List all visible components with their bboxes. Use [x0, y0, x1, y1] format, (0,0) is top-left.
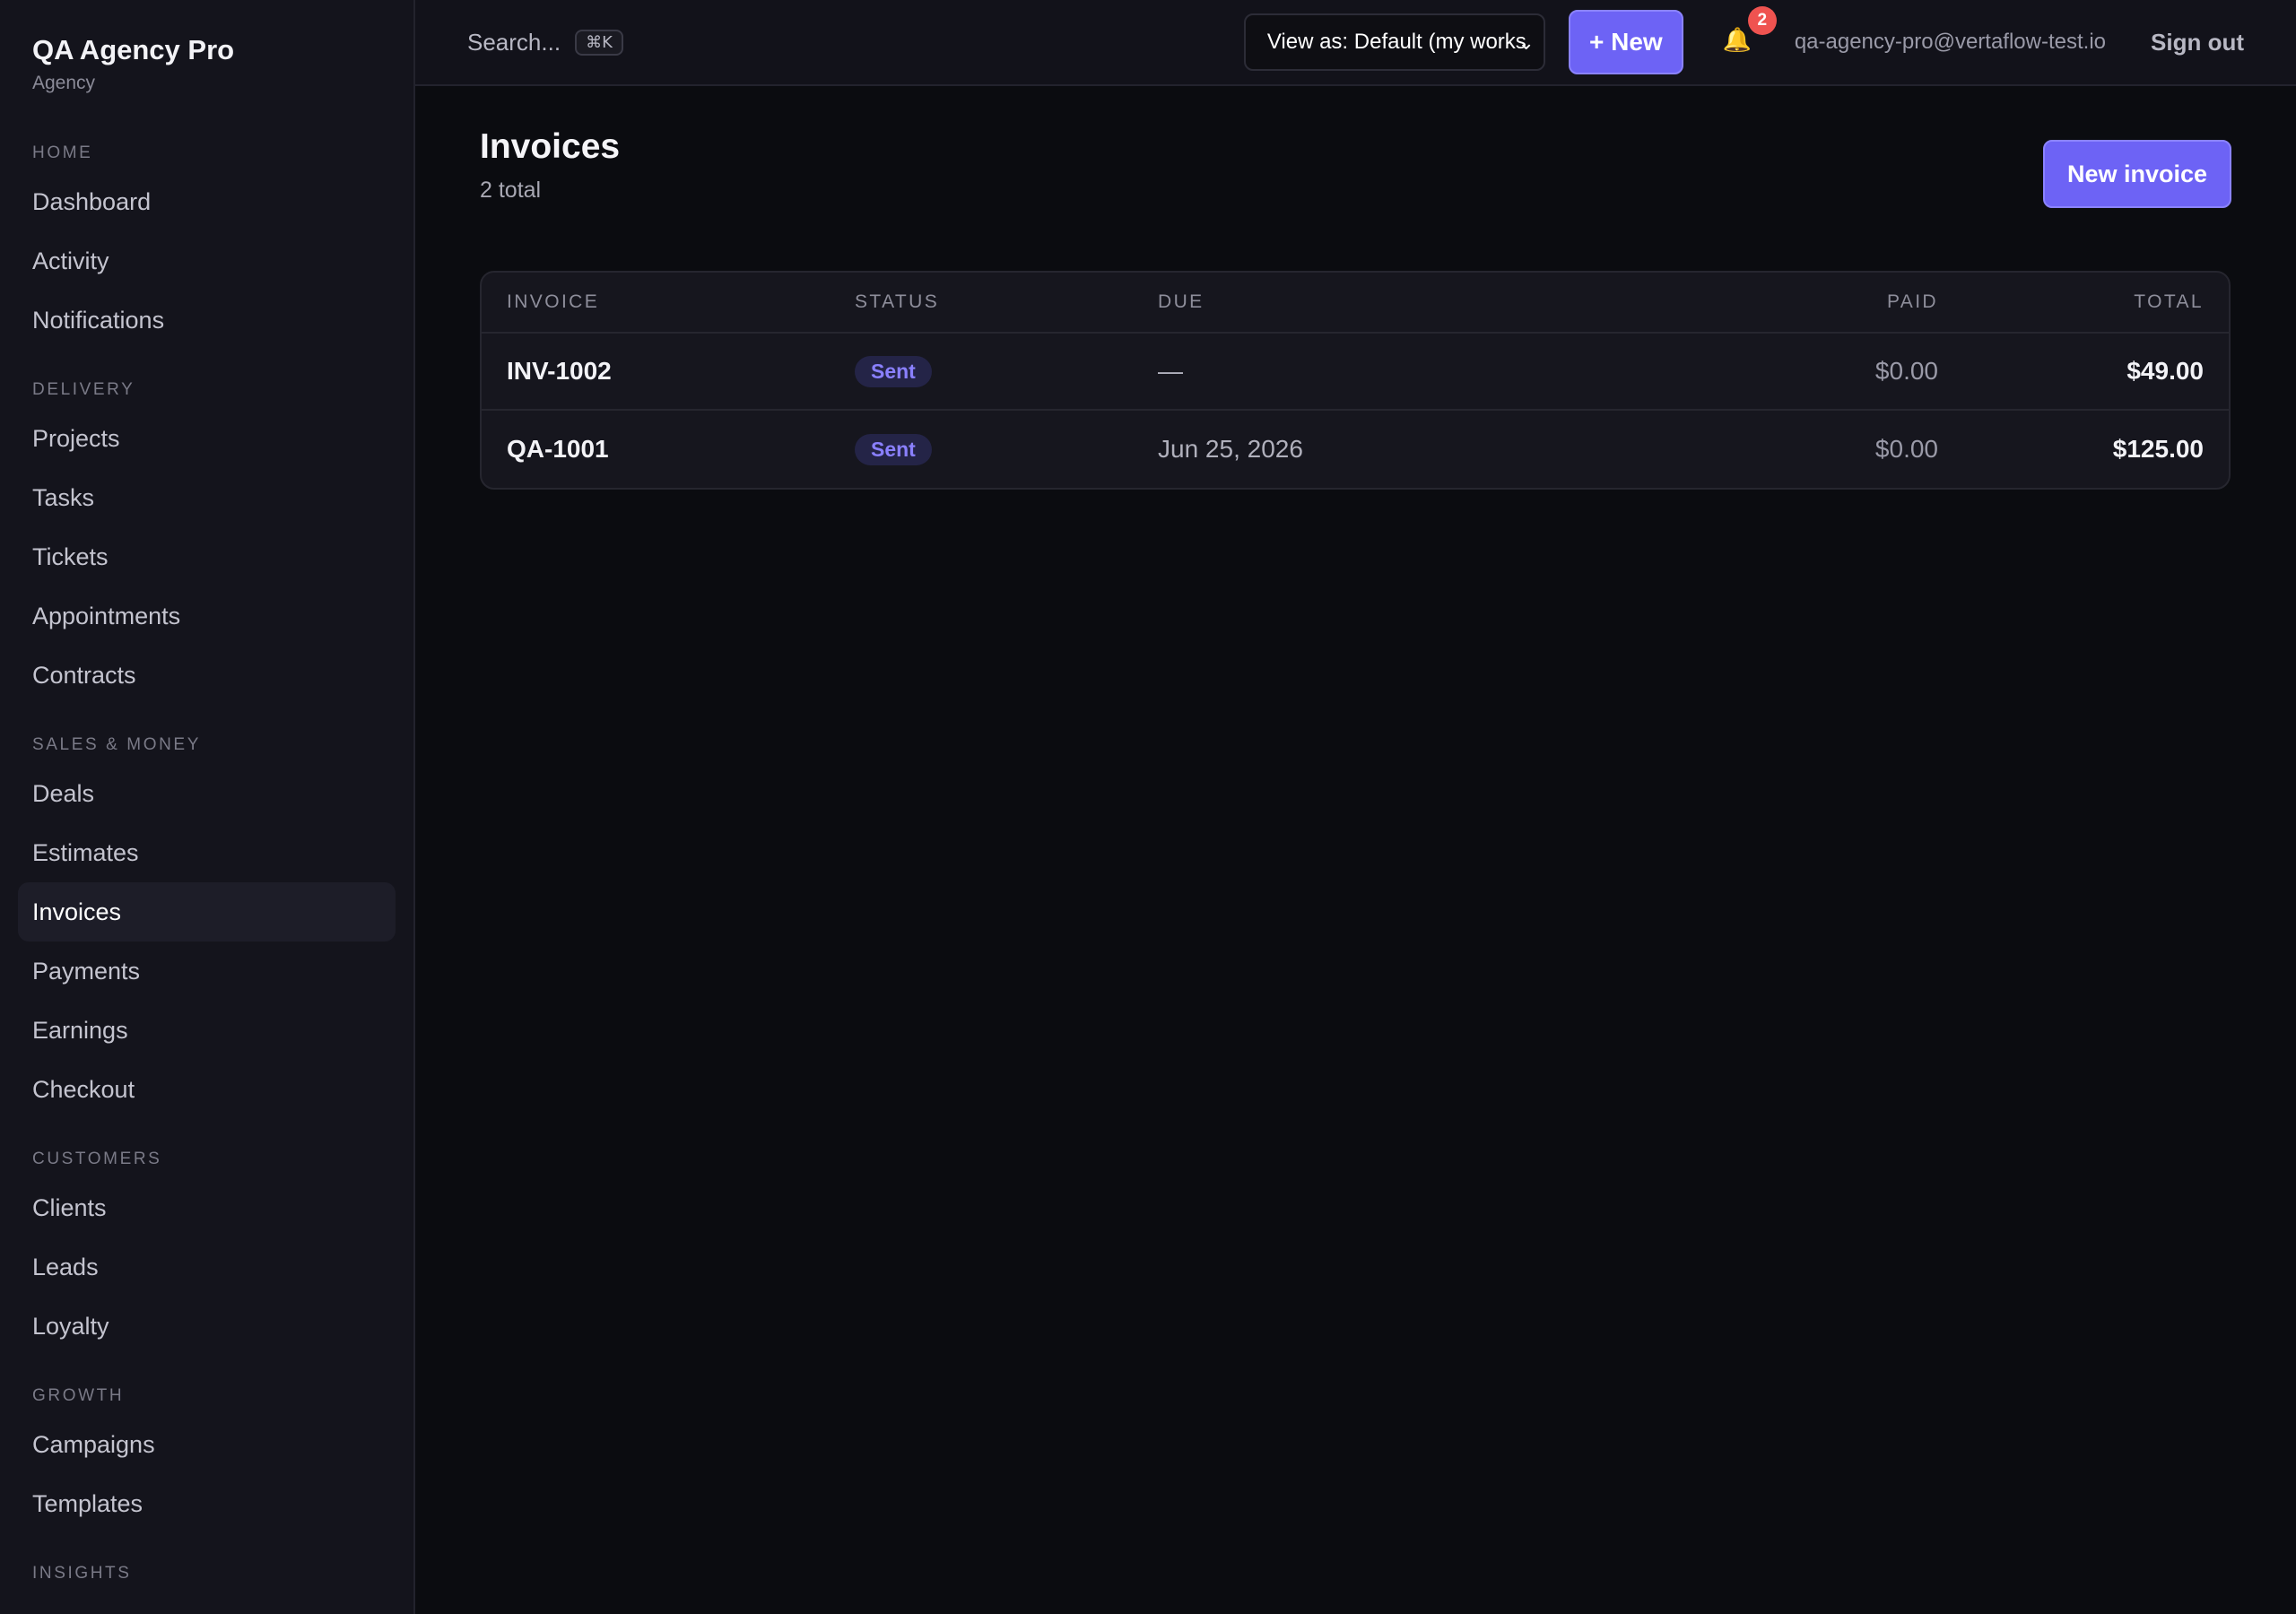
sidebar-item-dashboard[interactable]: Dashboard	[18, 172, 396, 231]
view-as-select[interactable]: View as: Default (my works ⌄	[1243, 13, 1545, 71]
sidebar-item-payments[interactable]: Payments	[18, 941, 396, 1001]
nav-section-title: SALES & MONEY	[32, 735, 201, 754]
invoice-number[interactable]: QA-1001	[507, 435, 609, 463]
sidebar-item-earnings[interactable]: Earnings	[18, 1001, 396, 1060]
invoice-cell: INV-1002	[482, 357, 855, 386]
column-header-paid[interactable]: PAID	[1583, 291, 1938, 313]
sidebar-item-invoices[interactable]: Invoices	[18, 882, 396, 941]
page-header: Invoices 2 total New invoice	[480, 126, 2231, 271]
status-badge: Sent	[855, 433, 932, 465]
sidebar-item-projects[interactable]: Projects	[18, 409, 396, 468]
view-as-value: View as: Default (my works	[1266, 30, 1526, 54]
due-cell: —	[1158, 357, 1183, 385]
column-header-due[interactable]: DUE	[1158, 291, 1583, 313]
paid-cell: $0.00	[1874, 435, 1938, 463]
column-header-total[interactable]: TOTAL	[1938, 291, 2229, 313]
brand-name: QA Agency Pro	[32, 34, 235, 65]
table-row[interactable]: QA-1001 Sent Jun 25, 2026 $0.00 $125.00	[482, 411, 2229, 488]
nav-section-title: GROWTH	[32, 1386, 125, 1405]
search-shortcut: ⌘K	[575, 29, 623, 56]
sidebar-item-activity[interactable]: Activity	[18, 231, 396, 291]
sidebar-item-estimates[interactable]: Estimates	[18, 823, 396, 882]
topbar-actions: View as: Default (my works ⌄ + New 🔔 2 q…	[1243, 6, 2244, 74]
nav-section-insights: INSIGHTS	[18, 1562, 396, 1585]
column-header-invoice[interactable]: INVOICE	[482, 291, 855, 313]
nav-section-delivery: DELIVERY Projects Tasks Tickets Appointments…	[18, 378, 396, 705]
new-button[interactable]: + New	[1568, 10, 1683, 74]
sidebar-item-loyalty[interactable]: Loyalty	[18, 1297, 396, 1356]
page-content: Invoices 2 total New invoice INVOICE STA…	[415, 86, 2296, 490]
sidebar-item-contracts[interactable]: Contracts	[18, 646, 396, 705]
sidebar-item-templates[interactable]: Templates	[18, 1474, 396, 1533]
sidebar-item-checkout[interactable]: Checkout	[18, 1060, 396, 1119]
nav-section-title: INSIGHTS	[32, 1564, 132, 1583]
sidebar-item-leads[interactable]: Leads	[18, 1237, 396, 1297]
sidebar-item-tickets[interactable]: Tickets	[18, 527, 396, 586]
nav-section-title: CUSTOMERS	[32, 1150, 162, 1168]
sidebar-item-deals[interactable]: Deals	[18, 764, 396, 823]
sidebar-item-campaigns[interactable]: Campaigns	[18, 1415, 396, 1474]
invoices-table: INVOICE STATUS DUE PAID TOTAL INV-1002 Se…	[480, 271, 2231, 490]
nav-section-home: HOME Dashboard Activity Notifications	[18, 142, 396, 350]
sign-out-button[interactable]: Sign out	[2151, 29, 2244, 56]
notifications-button[interactable]: 🔔 2	[1722, 6, 1777, 58]
sidebar-item-tasks[interactable]: Tasks	[18, 468, 396, 527]
table-body: INV-1002 Sent — $0.00 $49.00 QA-1001 Sent Jun 2…	[482, 334, 2229, 488]
column-header-status[interactable]: STATUS	[855, 291, 1158, 313]
app-shell: QA Agency Pro Agency HOME Dashboard Activi…	[0, 0, 2296, 1614]
nav-section-title: DELIVERY	[32, 380, 135, 399]
search-trigger[interactable]: Search... ⌘K	[467, 29, 623, 56]
table-header-row: INVOICE STATUS DUE PAID TOTAL	[482, 273, 2229, 334]
due-cell: Jun 25, 2026	[1158, 435, 1303, 463]
paid-cell: $0.00	[1874, 357, 1938, 385]
sidebar-item-appointments[interactable]: Appointments	[18, 586, 396, 646]
nav-section-customers: CUSTOMERS Clients Leads Loyalty	[18, 1148, 396, 1356]
status-badge: Sent	[855, 355, 932, 387]
page-title: Invoices	[480, 127, 621, 166]
sidebar-nav: HOME Dashboard Activity Notifications DELIVE…	[18, 142, 396, 1585]
nav-section-title: HOME	[32, 143, 93, 162]
user-email: qa-agency-pro@vertaflow-test.io	[1794, 30, 2107, 54]
topbar: Search... ⌘K View as: Default (my works …	[415, 0, 2296, 86]
brand-subtitle: Agency	[32, 73, 96, 93]
sidebar-item-notifications[interactable]: Notifications	[18, 291, 396, 350]
sidebar: QA Agency Pro Agency HOME Dashboard Activi…	[0, 0, 415, 1614]
search-placeholder: Search...	[467, 28, 561, 56]
status-cell: Sent	[855, 433, 1158, 465]
bell-icon: 🔔	[1722, 26, 1752, 53]
brand: QA Agency Pro Agency	[18, 0, 396, 95]
invoice-number[interactable]: INV-1002	[507, 357, 612, 385]
new-invoice-button[interactable]: New invoice	[2043, 140, 2231, 208]
page-subtitle: 2 total	[480, 178, 542, 203]
total-cell: $125.00	[2112, 435, 2204, 463]
total-cell: $49.00	[2126, 357, 2204, 385]
main-area: Search... ⌘K View as: Default (my works …	[415, 0, 2296, 1614]
page-heading: Invoices 2 total	[480, 126, 620, 204]
sidebar-item-clients[interactable]: Clients	[18, 1178, 396, 1237]
nav-section-sales-and-money: SALES & MONEY Deals Estimates Invoices Payme…	[18, 733, 396, 1119]
invoice-cell: QA-1001	[482, 435, 855, 464]
chevron-down-icon: ⌄	[1518, 31, 1535, 54]
nav-section-growth: GROWTH Campaigns Templates	[18, 1384, 396, 1533]
notification-count-badge: 2	[1747, 6, 1777, 35]
table-row[interactable]: INV-1002 Sent — $0.00 $49.00	[482, 334, 2229, 411]
status-cell: Sent	[855, 355, 1158, 387]
